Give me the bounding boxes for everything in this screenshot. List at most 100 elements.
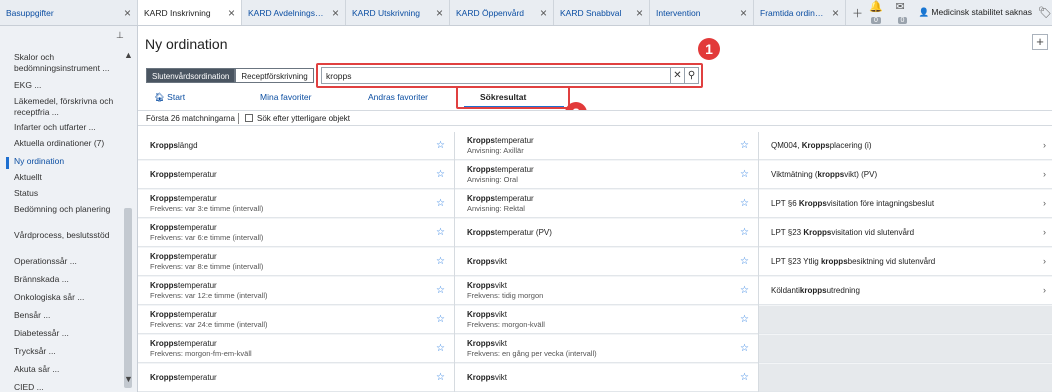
favorite-star-icon[interactable]: ☆	[436, 285, 445, 296]
favorite-star-icon[interactable]: ☆	[740, 285, 749, 296]
result-item[interactable]: Kroppslängd ☆	[138, 132, 454, 160]
mail-icon[interactable]: ✉0	[896, 0, 913, 25]
favorite-star-icon[interactable]: ☆	[740, 314, 749, 325]
result-item[interactable]: Kroppstemperatur Anvisning: Oral ☆	[455, 161, 758, 189]
plus-icon[interactable]: ＋	[852, 5, 863, 21]
sidebar-item-infarter[interactable]: Infarter och utfarter ...	[14, 122, 118, 133]
favorite-star-icon[interactable]: ☆	[740, 256, 749, 267]
tab-kard-oppenvard[interactable]: KARD Öppenvård ×	[450, 0, 554, 25]
result-item[interactable]: Kroppstemperatur Frekvens: morgon-fm-em-k…	[138, 335, 454, 363]
tab-kard-inskrivning[interactable]: KARD Inskrivning ×	[138, 0, 242, 25]
result-item[interactable]: Kroppsvikt Frekvens: en gång per vecka (i…	[455, 335, 758, 363]
favorite-star-icon[interactable]: ☆	[740, 372, 749, 383]
favorite-star-icon[interactable]: ☆	[740, 140, 749, 151]
segment-recept[interactable]: Receptförskrivning	[235, 68, 314, 83]
tag-icon[interactable]: 🏷	[1038, 6, 1052, 19]
result-item[interactable]: Köldantikroppsutredning ›	[759, 277, 1052, 305]
result-item[interactable]: LPT §6 Kroppsvisitation före intagningsb…	[759, 190, 1052, 218]
subtab-mina-favoriter[interactable]: Mina favoriter	[260, 92, 312, 102]
result-item[interactable]: Kroppsvikt ☆	[455, 364, 758, 392]
result-item[interactable]: Kroppstemperatur Frekvens: var 24:e timme…	[138, 306, 454, 334]
close-icon[interactable]: ×	[540, 7, 547, 19]
result-item[interactable]: Kroppstemperatur ☆	[138, 161, 454, 189]
close-icon[interactable]: ×	[832, 7, 839, 19]
tab-kard-utskrivning[interactable]: KARD Utskrivning ×	[346, 0, 450, 25]
sidebar-item-ekg[interactable]: EKG ...	[14, 80, 118, 91]
result-item[interactable]: Kroppstemperatur Anvisning: Axillär ☆	[455, 132, 758, 160]
sidebar-item-ny-ordination[interactable]: Ny ordination	[14, 156, 118, 167]
sidebar-item-lakemedel[interactable]: Läkemedel, förskrivna och receptfria ...	[14, 96, 118, 118]
chevron-icon[interactable]: ›	[1043, 169, 1046, 179]
close-icon[interactable]: ×	[124, 7, 131, 19]
result-item[interactable]: QM004, Kroppsplacering (i) ›	[759, 132, 1052, 160]
subtab-andras-favoriter[interactable]: Andras favoriter	[368, 92, 428, 102]
result-item[interactable]: LPT §23 Kroppsvisitation vid slutenvård ›	[759, 219, 1052, 247]
result-match: Kropps	[150, 141, 178, 150]
favorite-star-icon[interactable]: ☆	[740, 169, 749, 180]
scroll-thumb[interactable]	[124, 208, 132, 388]
sidebar-item-aktuella-ordinationer[interactable]: Aktuella ordinationer (7)	[14, 138, 118, 149]
close-icon[interactable]: ×	[740, 7, 747, 19]
pin-icon[interactable]: ⊥	[116, 30, 124, 41]
sidebar-item-bensar[interactable]: Bensår ...	[14, 310, 118, 321]
result-item[interactable]: Kroppstemperatur ☆	[138, 364, 454, 392]
favorite-star-icon[interactable]: ☆	[436, 256, 445, 267]
chevron-icon[interactable]: ›	[1043, 256, 1046, 266]
chevron-icon[interactable]: ›	[1043, 227, 1046, 237]
chevron-icon[interactable]: ›	[1043, 140, 1046, 150]
tab-kard-avdelningsa[interactable]: KARD Avdelningsa... ×	[242, 0, 346, 25]
sidebar-item-bedomning[interactable]: Bedömning och planering	[14, 204, 118, 215]
close-icon[interactable]: ×	[228, 7, 235, 19]
tab-basuppgifter[interactable]: Basuppgifter ×	[0, 0, 138, 25]
sidebar-item-operationssar[interactable]: Operationssår ...	[14, 256, 118, 267]
result-item[interactable]: LPT §23 Ytlig kroppsbesiktning vid slute…	[759, 248, 1052, 276]
close-icon[interactable]: ×	[332, 7, 339, 19]
result-item[interactable]: Kroppsvikt Frekvens: morgon-kväll ☆	[455, 306, 758, 334]
favorite-star-icon[interactable]: ☆	[740, 227, 749, 238]
result-item[interactable]: Kroppsvikt Frekvens: tidig morgon ☆	[455, 277, 758, 305]
sidebar-item-aktuellt[interactable]: Aktuellt	[14, 172, 118, 183]
result-item[interactable]: Kroppsvikt ☆	[455, 248, 758, 276]
medicine-status[interactable]: 👤 Medicinsk stabilitet saknas	[918, 7, 1032, 18]
tab-kard-snabbval[interactable]: KARD Snabbval ×	[554, 0, 650, 25]
sidebar-item-cied[interactable]: CIED ...	[14, 382, 118, 392]
bell-icon[interactable]: 🔔0	[869, 0, 890, 25]
favorite-star-icon[interactable]: ☆	[436, 372, 445, 383]
chevron-down-icon[interactable]: ▼	[124, 374, 133, 384]
favorite-star-icon[interactable]: ☆	[740, 198, 749, 209]
tab-framtida-ordinationer[interactable]: Framtida ordinatio... ×	[754, 0, 846, 25]
add-button[interactable]: +	[1032, 34, 1048, 50]
close-icon[interactable]: ×	[636, 7, 643, 19]
favorite-star-icon[interactable]: ☆	[436, 227, 445, 238]
result-item[interactable]: Viktmätning (kroppsvikt) (PV) ›	[759, 161, 1052, 189]
subtab-start[interactable]: 🏠︎ Start	[154, 92, 185, 103]
tab-intervention[interactable]: Intervention ×	[650, 0, 754, 25]
result-item[interactable]: Kroppstemperatur Frekvens: var 3:e timme …	[138, 190, 454, 218]
more-objects-checkbox[interactable]	[245, 114, 253, 122]
result-item[interactable]: Kroppstemperatur (PV) ☆	[455, 219, 758, 247]
favorite-star-icon[interactable]: ☆	[436, 169, 445, 180]
sidebar-item-brannskada[interactable]: Brännskada ...	[14, 274, 118, 285]
sidebar-item-status[interactable]: Status	[14, 188, 118, 199]
sidebar-item-diabetessar[interactable]: Diabetessår ...	[14, 328, 118, 339]
result-item[interactable]: Kroppstemperatur Frekvens: var 6:e timme …	[138, 219, 454, 247]
chevron-icon[interactable]: ›	[1043, 285, 1046, 295]
favorite-star-icon[interactable]: ☆	[436, 343, 445, 354]
sidebar-item-vardprocess[interactable]: Vårdprocess, beslutsstöd	[14, 230, 118, 241]
result-item[interactable]: Kroppstemperatur Frekvens: var 12:e timme…	[138, 277, 454, 305]
sidebar-item-trycksar[interactable]: Trycksår ...	[14, 346, 118, 357]
sidebar-item-skalor[interactable]: Skalor och bedömningsinstrument ...	[14, 52, 118, 74]
segment-slutenvard[interactable]: Slutenvårdsordination	[146, 68, 236, 83]
favorite-star-icon[interactable]: ☆	[436, 198, 445, 209]
favorite-star-icon[interactable]: ☆	[436, 140, 445, 151]
chevron-up-icon[interactable]: ▲	[124, 50, 133, 60]
sidebar-item-akuta-sar[interactable]: Akuta sår ...	[14, 364, 118, 375]
favorite-star-icon[interactable]: ☆	[436, 314, 445, 325]
result-item[interactable]: Kroppstemperatur Anvisning: Rektal ☆	[455, 190, 758, 218]
close-icon[interactable]: ×	[436, 7, 443, 19]
result-item[interactable]: Kroppstemperatur Frekvens: var 8:e timme …	[138, 248, 454, 276]
sidebar-scrollbar[interactable]: ▲ ▼	[122, 50, 134, 388]
sidebar-item-onkologiska-sar[interactable]: Onkologiska sår ...	[14, 292, 118, 303]
favorite-star-icon[interactable]: ☆	[740, 343, 749, 354]
chevron-icon[interactable]: ›	[1043, 198, 1046, 208]
